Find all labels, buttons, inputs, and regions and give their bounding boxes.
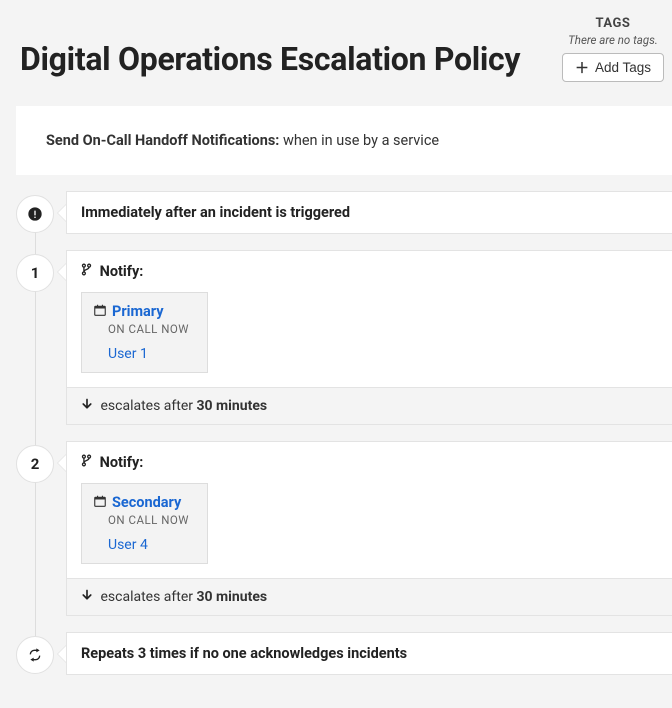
- repeat-panel: Repeats 3 times if no one acknowledges i…: [66, 632, 672, 675]
- tags-label: TAGS: [562, 16, 664, 31]
- schedule-link-secondary[interactable]: Secondary: [112, 494, 181, 511]
- notify-header-1: Notify:: [67, 251, 672, 292]
- calendar-icon: [94, 301, 110, 320]
- escalate-footer-1: escalates after 30 minutes: [67, 387, 672, 424]
- handoff-label: Send On-Call Handoff Notifications:: [46, 132, 283, 149]
- escalate-value-2: 30 minutes: [197, 589, 268, 605]
- branch-icon: [81, 263, 96, 280]
- schedule-status-1: ON CALL NOW: [108, 322, 189, 336]
- step-immediate: Immediately after an incident is trigger…: [16, 191, 672, 234]
- notify-label-2: Notify:: [100, 454, 144, 471]
- escalate-prefix-2: escalates after: [100, 589, 196, 605]
- step-level-1: 1 Notify:: [16, 250, 672, 425]
- repeat-text: Repeats 3 times if no one acknowledges i…: [67, 633, 672, 674]
- handoff-card: Send On-Call Handoff Notifications: when…: [16, 106, 672, 175]
- alert-icon: [16, 195, 54, 233]
- tags-section: TAGS There are no tags. ＋ Add Tags: [562, 16, 664, 82]
- notify-label-1: Notify:: [100, 263, 144, 280]
- schedule-status-2: ON CALL NOW: [108, 513, 189, 527]
- immediate-text: Immediately after an incident is trigger…: [67, 192, 672, 233]
- tags-empty-text: There are no tags.: [562, 33, 664, 47]
- level-1-marker: 1: [16, 254, 54, 292]
- level-2-marker: 2: [16, 445, 54, 483]
- plus-icon: ＋: [575, 61, 589, 75]
- add-tags-label: Add Tags: [595, 60, 651, 75]
- arrow-down-icon: [81, 589, 96, 605]
- immediate-panel: Immediately after an incident is trigger…: [66, 191, 672, 234]
- branch-icon: [81, 454, 96, 471]
- escalate-footer-2: escalates after 30 minutes: [67, 578, 672, 615]
- schedule-card-secondary[interactable]: Secondary ON CALL NOW User 4: [81, 483, 208, 564]
- user-link-1[interactable]: User 1: [108, 346, 148, 362]
- step-repeat: Repeats 3 times if no one acknowledges i…: [16, 632, 672, 675]
- repeat-icon: [16, 636, 54, 674]
- handoff-value: when in use by a service: [283, 132, 439, 149]
- calendar-icon: [94, 492, 110, 511]
- escalate-value-1: 30 minutes: [197, 398, 268, 414]
- schedule-card-primary[interactable]: Primary ON CALL NOW User 1: [81, 292, 208, 373]
- schedule-link-primary[interactable]: Primary: [112, 303, 164, 320]
- step-level-2: 2 Notify:: [16, 441, 672, 616]
- user-link-2[interactable]: User 4: [108, 537, 148, 553]
- escalation-timeline: Immediately after an incident is trigger…: [16, 191, 672, 675]
- add-tags-button[interactable]: ＋ Add Tags: [562, 53, 664, 82]
- arrow-down-icon: [81, 398, 96, 414]
- escalate-prefix-1: escalates after: [100, 398, 196, 414]
- level-1-panel: Notify: Primary ON CALL NOW User 1: [66, 250, 672, 425]
- level-2-panel: Notify: Secondary ON CALL NOW User 4: [66, 441, 672, 616]
- page-title: Digital Operations Escalation Policy: [20, 40, 520, 78]
- notify-header-2: Notify:: [67, 442, 672, 483]
